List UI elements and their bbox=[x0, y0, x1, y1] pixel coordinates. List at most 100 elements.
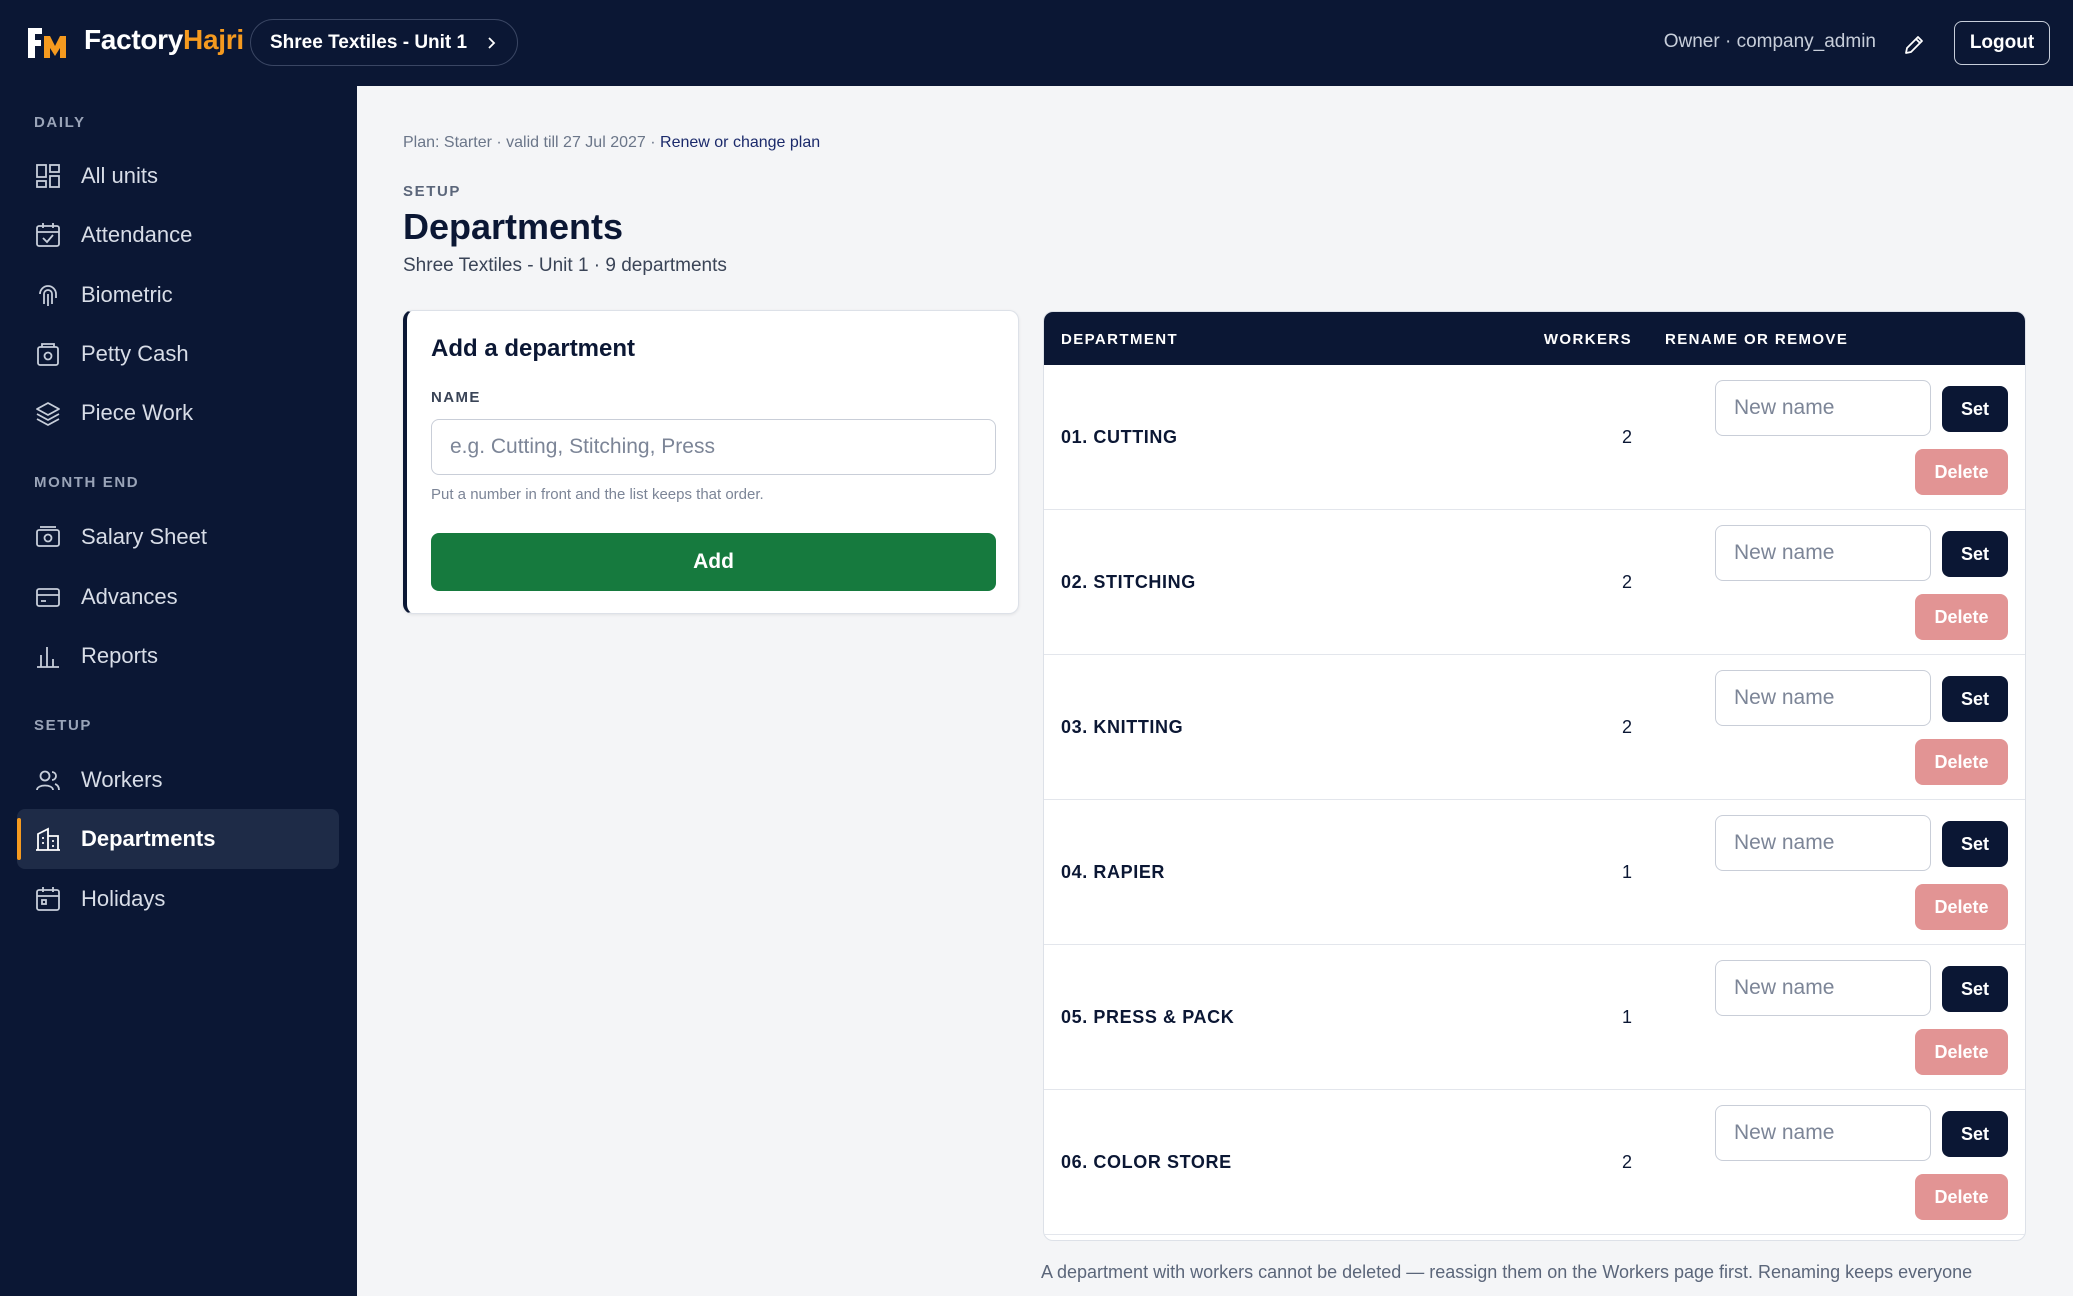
plan-info: Plan: Starter · valid till 27 Jul 2027 ·… bbox=[403, 134, 820, 152]
add-department-heading: Add a department bbox=[431, 335, 636, 362]
user-role: Owner · company_admin bbox=[1663, 31, 1876, 52]
fingerprint-icon bbox=[39, 285, 57, 306]
worker-count: 2 bbox=[1621, 572, 1632, 592]
department-name: 06. COLOR STORE bbox=[1061, 1152, 1232, 1172]
set-name-button[interactable]: Set bbox=[1942, 386, 2008, 432]
worker-count: 2 bbox=[1621, 1152, 1632, 1172]
cash-box-icon bbox=[37, 343, 59, 366]
sidebar-item-workers[interactable]: Workers bbox=[17, 750, 339, 810]
name-hint: Put a number in front and the list keeps… bbox=[431, 486, 764, 503]
column-header-department: DEPARTMENT bbox=[1061, 331, 1179, 348]
worker-count: 1 bbox=[1621, 862, 1632, 882]
sidebar-item-all-units[interactable]: All units bbox=[17, 146, 339, 206]
bar-chart-icon bbox=[37, 647, 59, 668]
name-label: NAME bbox=[431, 389, 481, 406]
rename-input[interactable] bbox=[1715, 525, 1931, 581]
calendar-icon bbox=[36, 887, 60, 911]
sidebar-item-label: Biometric bbox=[81, 282, 173, 307]
credit-card-icon bbox=[36, 588, 60, 607]
department-name: 04. RAPIER bbox=[1061, 862, 1166, 882]
chevron-right-icon bbox=[488, 37, 496, 49]
banknote-icon bbox=[36, 526, 60, 547]
sidebar-item-label: Reports bbox=[81, 643, 159, 668]
page-subtitle: Shree Textiles - Unit 1 · 9 departments bbox=[403, 255, 727, 276]
unit-selector-label: Shree Textiles - Unit 1 bbox=[270, 32, 468, 53]
rename-input[interactable] bbox=[1715, 670, 1931, 726]
table-row: 06. COLOR STORE 2 Set Delete bbox=[1044, 1090, 2025, 1235]
set-name-button[interactable]: Set bbox=[1942, 966, 2008, 1012]
delete-department-button[interactable]: Delete bbox=[1915, 1029, 2008, 1075]
sidebar-item-label: Advances bbox=[81, 584, 178, 609]
brand-primary: Factory bbox=[84, 24, 184, 55]
unit-selector[interactable]: Shree Textiles - Unit 1 bbox=[250, 19, 519, 66]
delete-department-button[interactable]: Delete bbox=[1915, 884, 2008, 930]
pencil-icon[interactable] bbox=[1902, 33, 1926, 57]
grid-icon bbox=[36, 164, 60, 188]
sidebar-section-month-end: MONTH END bbox=[34, 474, 140, 491]
department-name: 05. PRESS & PACK bbox=[1061, 1007, 1235, 1027]
set-name-button[interactable]: Set bbox=[1942, 821, 2008, 867]
layers-icon bbox=[36, 402, 60, 426]
departments-table: DEPARTMENT WORKERS RENAME OR REMOVE 01. … bbox=[1043, 311, 2026, 1241]
sidebar-item-label: Attendance bbox=[81, 222, 193, 247]
factory-hajri-logo-icon[interactable] bbox=[26, 24, 66, 62]
brand-accent: Hajri bbox=[183, 24, 244, 55]
worker-count: 2 bbox=[1621, 427, 1632, 447]
sidebar-item-piece-work[interactable]: Piece Work bbox=[17, 383, 339, 443]
delete-department-button[interactable]: Delete bbox=[1915, 1174, 2008, 1220]
sidebar-item-label: Petty Cash bbox=[81, 341, 189, 366]
sidebar-item-label: Departments bbox=[81, 826, 216, 851]
rename-input[interactable] bbox=[1715, 380, 1931, 436]
users-icon bbox=[36, 770, 60, 791]
sidebar-item-attendance[interactable]: Attendance bbox=[17, 205, 339, 265]
column-header-workers: WORKERS bbox=[1543, 331, 1632, 348]
table-row: 05. PRESS & PACK 1 Set Delete bbox=[1044, 945, 2025, 1090]
sidebar-item-advances[interactable]: Advances bbox=[17, 567, 339, 627]
page-title: Departments bbox=[403, 206, 624, 247]
page-eyebrow: SETUP bbox=[403, 183, 462, 200]
sidebar-item-label: Salary Sheet bbox=[81, 524, 207, 549]
calendar-check-icon bbox=[36, 223, 60, 247]
table-row: 03. KNITTING 2 Set Delete bbox=[1044, 655, 2025, 800]
table-row: 01. CUTTING 2 Set Delete bbox=[1044, 365, 2025, 510]
table-row: 04. RAPIER 1 Set Delete bbox=[1044, 800, 2025, 945]
delete-department-button[interactable]: Delete bbox=[1915, 449, 2008, 495]
sidebar-item-petty-cash[interactable]: Petty Cash bbox=[17, 324, 339, 384]
department-name: 03. KNITTING bbox=[1061, 717, 1184, 737]
sidebar-item-salary-sheet[interactable]: Salary Sheet bbox=[17, 507, 339, 567]
sidebar-item-holidays[interactable]: Holidays bbox=[17, 869, 339, 929]
sidebar-item-label: Workers bbox=[81, 767, 163, 792]
department-name: 01. CUTTING bbox=[1061, 427, 1178, 447]
building-icon bbox=[36, 827, 60, 851]
sidebar-item-reports[interactable]: Reports bbox=[17, 626, 339, 686]
worker-count: 2 bbox=[1621, 717, 1632, 737]
department-name: 02. STITCHING bbox=[1061, 572, 1196, 592]
set-name-button[interactable]: Set bbox=[1942, 676, 2008, 722]
top-bar: FactoryHajri Shree Textiles - Unit 1 Own… bbox=[0, 0, 2073, 86]
brand-name[interactable]: FactoryHajri bbox=[84, 24, 244, 56]
delete-rules-note: A department with workers cannot be dele… bbox=[1041, 1262, 1973, 1282]
set-name-button[interactable]: Set bbox=[1942, 1111, 2008, 1157]
rename-input[interactable] bbox=[1715, 960, 1931, 1016]
sidebar-section-setup: SETUP bbox=[34, 717, 93, 734]
sidebar-item-label: Holidays bbox=[81, 886, 166, 911]
department-name-input[interactable] bbox=[431, 419, 996, 475]
worker-count: 1 bbox=[1621, 1007, 1632, 1027]
renew-plan-link[interactable]: Renew or change plan bbox=[660, 134, 820, 151]
set-name-button[interactable]: Set bbox=[1942, 531, 2008, 577]
sidebar-section-daily: DAILY bbox=[34, 114, 86, 131]
sidebar: DAILY All units Attendance Biometric Pet… bbox=[0, 86, 357, 1296]
delete-department-button[interactable]: Delete bbox=[1915, 594, 2008, 640]
logout-button[interactable]: Logout bbox=[1954, 21, 2050, 65]
add-department-button[interactable]: Add bbox=[431, 533, 996, 591]
table-header: DEPARTMENT WORKERS RENAME OR REMOVE bbox=[1044, 312, 2025, 365]
sidebar-item-biometric[interactable]: Biometric bbox=[17, 265, 339, 325]
sidebar-item-label: Piece Work bbox=[81, 400, 194, 425]
rename-input[interactable] bbox=[1715, 1105, 1931, 1161]
table-row: 02. STITCHING 2 Set Delete bbox=[1044, 510, 2025, 655]
sidebar-item-label: All units bbox=[81, 163, 159, 188]
sidebar-item-departments[interactable]: Departments bbox=[17, 809, 339, 869]
rename-input[interactable] bbox=[1715, 815, 1931, 871]
add-department-card: Add a department NAME Put a number in fr… bbox=[403, 310, 1019, 614]
delete-department-button[interactable]: Delete bbox=[1915, 739, 2008, 785]
